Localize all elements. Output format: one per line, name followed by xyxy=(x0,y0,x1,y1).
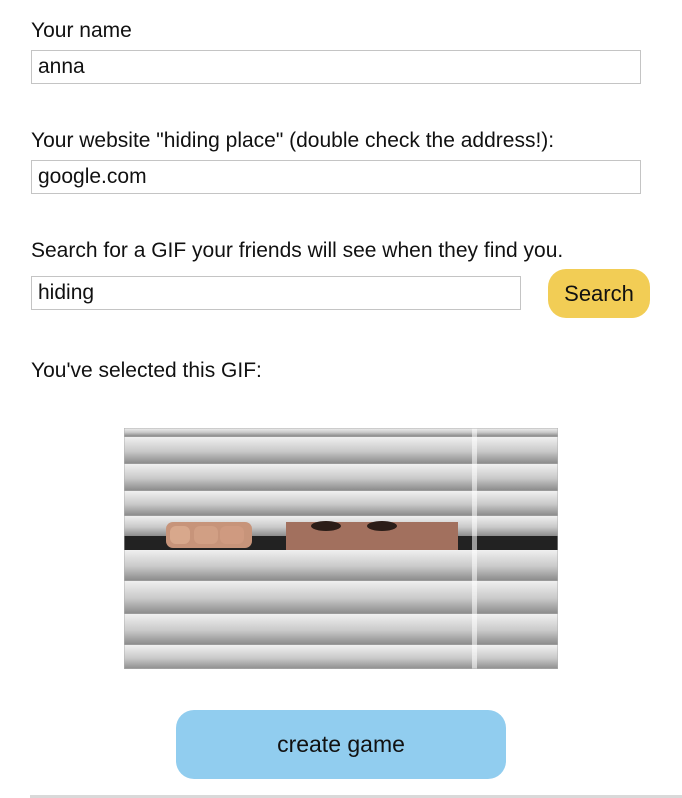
name-label: Your name xyxy=(31,19,132,42)
website-input[interactable] xyxy=(31,160,641,194)
website-label: Your website "hiding place" (double chec… xyxy=(31,129,555,152)
gif-search-input[interactable] xyxy=(31,276,521,310)
create-game-button[interactable]: create game xyxy=(176,710,506,779)
name-input[interactable] xyxy=(31,50,641,84)
hide-and-seek-form: Your name Your website "hiding place" (d… xyxy=(0,0,682,798)
gif-search-label: Search for a GIF your friends will see w… xyxy=(31,239,564,262)
selected-gif-image xyxy=(124,428,558,669)
selected-gif-label: You've selected this GIF: xyxy=(31,359,262,382)
search-button[interactable]: Search xyxy=(548,269,650,318)
peeking-through-blinds-gif xyxy=(124,428,558,669)
